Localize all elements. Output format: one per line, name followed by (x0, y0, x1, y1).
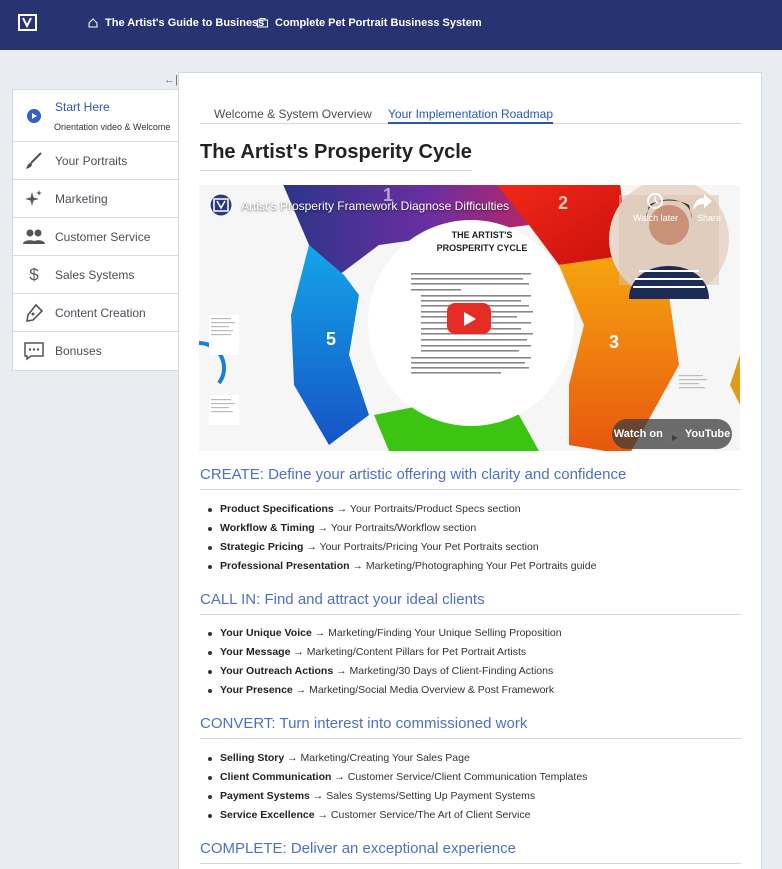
section-list-convert: Selling Story → Marketing/Creating Your … (207, 752, 588, 828)
watch-on-youtube-button[interactable]: Watch on YouTube (612, 419, 732, 449)
main-content: Welcome & System Overview Your Implement… (178, 72, 762, 869)
play-button[interactable] (447, 303, 491, 334)
list-item-path: → Customer Service/Client Communication … (331, 771, 588, 783)
sidebar-item-your-portraits[interactable]: Your Portraits (13, 142, 178, 180)
list-item-label: Product Specifications (220, 503, 334, 515)
top-navigation-bar: The Artist's Guide to Business Complete … (0, 0, 782, 50)
brush-icon (23, 150, 45, 172)
pen-icon (23, 302, 45, 324)
list-item: Your Presence → Marketing/Social Media O… (208, 684, 562, 703)
list-item: Professional Presentation → Marketing/Ph… (207, 560, 597, 579)
list-item-path: → Your Portraits/Product Specs section (333, 503, 521, 515)
list-item-label: Your Unique Voice (220, 627, 312, 639)
list-item-label: Client Communication (220, 771, 332, 783)
list-item-label: Workflow & Timing (220, 522, 315, 534)
list-item-path: → Marketing/Social Media Overview & Post… (292, 684, 555, 696)
list-item-path: → Marketing/30 Days of Client-Finding Ac… (333, 665, 554, 677)
list-item: Strategic Pricing → Your Portraits/Prici… (207, 541, 596, 560)
video-title[interactable]: Artist's Prosperity Framework Diagnose D… (241, 199, 509, 213)
list-item: Your Message → Marketing/Content Pillars… (208, 646, 562, 665)
list-item: Client Communication → Customer Service/… (207, 771, 588, 790)
thumbnail-title: THE ARTIST'S PROSPERITY CYCLE (436, 230, 528, 253)
segment-number-3: 3 (609, 332, 620, 352)
sidebar-item-bonuses[interactable]: Bonuses (13, 332, 178, 370)
logo-icon[interactable] (18, 14, 37, 31)
sidebar: Start Here Orientation video & Welcome Y… (12, 89, 179, 371)
list-item-label: Service Excellence (220, 809, 315, 821)
watch-on-label: Watch on (613, 428, 663, 440)
list-item-label: Professional Presentation (220, 560, 350, 572)
list-item: Payment Systems → Sales Systems/Setting … (207, 790, 587, 809)
sidebar-item-label: Bonuses (55, 344, 102, 358)
list-item-label: Your Presence (220, 684, 293, 696)
chat-dots-icon (23, 340, 45, 362)
list-item: Service Excellence → Customer Service/Th… (207, 809, 587, 828)
list-item: Workflow & Timing → Your Portraits/Workf… (207, 522, 596, 541)
sidebar-item-label: Marketing (55, 191, 108, 206)
list-item: Your Unique Voice → Marketing/Finding Yo… (208, 627, 562, 646)
breadcrumb-home-label: The Artist's Guide to Business (105, 17, 265, 29)
list-item-path: → Marketing/Photographing Your Pet Portr… (349, 560, 597, 572)
youtube-label: YouTube (684, 428, 731, 440)
list-item-path: → Your Portraits/Pricing Your Pet Portra… (303, 541, 539, 553)
list-item-label: Your Outreach Actions (220, 665, 334, 677)
sidebar-item-customer-service[interactable]: Customer Service (13, 218, 178, 256)
home-icon (88, 18, 98, 28)
course-icon (257, 18, 268, 28)
share-button[interactable]: Share (697, 213, 721, 223)
youtube-video-embed[interactable]: 1 2 3 5 Artist's Prosperity Framework Di… (199, 185, 740, 451)
play-circle-icon (23, 105, 45, 127)
tab-bar: Welcome & System Overview Your Implement… (200, 107, 741, 124)
tab-welcome-overview[interactable]: Welcome & System Overview (214, 107, 372, 121)
sparkles-icon (23, 188, 45, 210)
watch-later-button[interactable]: Watch later (633, 213, 678, 223)
section-heading-create: CREATE: Define your artistic offering wi… (200, 466, 741, 490)
section-heading-complete: COMPLETE: Deliver an exceptional experie… (200, 840, 741, 864)
sidebar-item-content-creation[interactable]: Content Creation (13, 294, 178, 332)
page-title: The Artist's Prosperity Cycle (200, 141, 472, 171)
sidebar-item-label: Start Here (55, 100, 110, 114)
section-heading-convert: CONVERT: Turn interest into commissioned… (200, 715, 741, 739)
list-item-path: → Marketing/Creating Your Sales Page (284, 752, 470, 764)
list-item-path: → Marketing/Finding Your Unique Selling … (311, 627, 562, 639)
section-list-create: Product Specifications → Your Portraits/… (207, 503, 597, 579)
list-item-path: → Marketing/Content Pillars for Pet Port… (290, 646, 527, 658)
list-item: Selling Story → Marketing/Creating Your … (207, 752, 587, 771)
sidebar-item-sublabel: Orientation video & Welcome (54, 122, 171, 132)
breadcrumb-home-link[interactable]: The Artist's Guide to Business (88, 17, 264, 29)
sidebar-item-label: Your Portraits (55, 153, 128, 168)
sidebar-item-label: Customer Service (55, 229, 151, 244)
list-item-path: → Customer Service/The Art of Client Ser… (314, 809, 531, 821)
segment-number-2: 2 (558, 193, 569, 213)
sidebar-item-label: Sales Systems (55, 267, 135, 282)
list-item-label: Your Message (220, 646, 291, 658)
list-item-label: Strategic Pricing (220, 541, 304, 553)
segment-number-5: 5 (326, 329, 337, 349)
list-item-path: → Sales Systems/Setting Up Payment Syste… (309, 790, 536, 802)
list-item: Product Specifications → Your Portraits/… (207, 503, 596, 522)
list-item: Your Outreach Actions → Marketing/30 Day… (208, 665, 562, 684)
section-list-call-in: Your Unique Voice → Marketing/Finding Yo… (208, 627, 562, 703)
list-item-path: → Your Portraits/Workflow section (314, 522, 477, 534)
collapse-sidebar-icon[interactable]: ←| (164, 74, 178, 86)
breadcrumb-course-link[interactable]: Complete Pet Portrait Business System (257, 17, 482, 29)
sidebar-item-sales-systems[interactable]: $ Sales Systems (13, 256, 178, 294)
list-item-label: Selling Story (220, 752, 285, 764)
list-item-label: Payment Systems (220, 790, 310, 802)
dollar-icon: $ (29, 264, 39, 284)
sidebar-item-label: Content Creation (55, 305, 146, 320)
sidebar-item-start-here[interactable]: Start Here Orientation video & Welcome (13, 90, 178, 142)
tab-implementation-roadmap[interactable]: Your Implementation Roadmap (388, 107, 553, 124)
sidebar-item-marketing[interactable]: Marketing (13, 180, 178, 218)
section-heading-call-in: CALL IN: Find and attract your ideal cli… (200, 591, 741, 615)
breadcrumb-course-label: Complete Pet Portrait Business System (275, 17, 482, 29)
people-icon (23, 226, 45, 248)
